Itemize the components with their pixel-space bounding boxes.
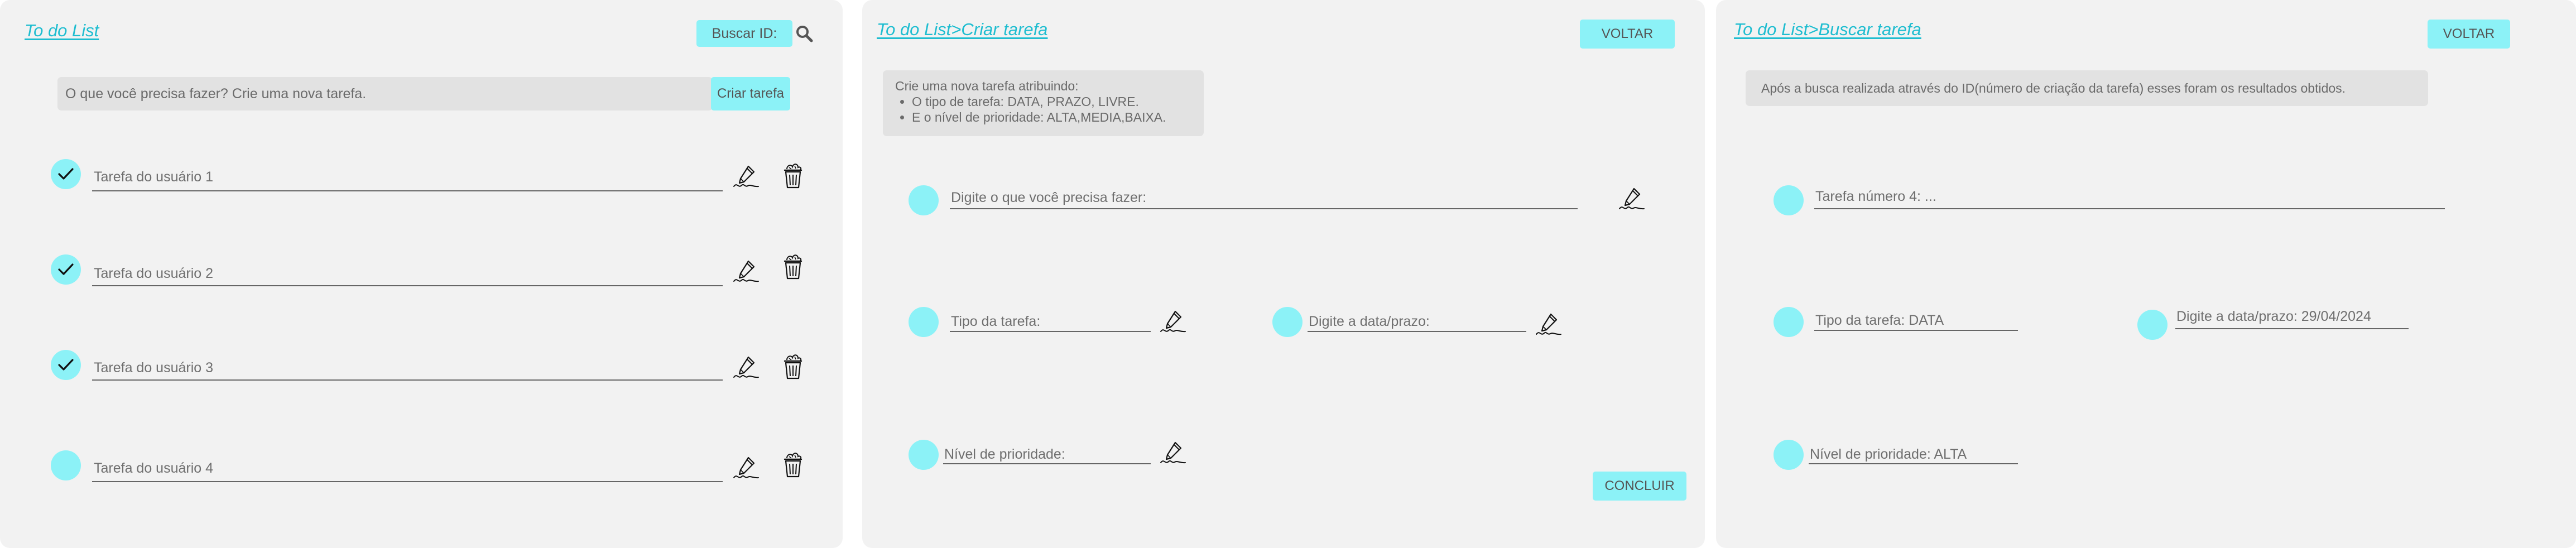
task-status-checkbox[interactable] (51, 350, 81, 380)
back-button[interactable]: VOLTAR (1580, 20, 1675, 49)
search-task-screen: To do List>Buscar tarefa VOLTAR Após a b… (1716, 0, 2576, 548)
date-field-bullet (1272, 307, 1303, 337)
breadcrumb[interactable]: To do List>Buscar tarefa (1734, 20, 1921, 40)
edit-icon[interactable] (733, 162, 761, 193)
search-result-text: Após a busca realizada através do ID(núm… (1761, 80, 2346, 95)
trash-icon[interactable] (779, 162, 807, 193)
task-underline (92, 190, 723, 191)
type-field-bullet (909, 307, 939, 337)
search-result-info: Após a busca realizada através do ID(núm… (1746, 70, 2428, 106)
instruction-item: O tipo de tarefa: DATA, PRAZO, LIVRE. (912, 94, 1191, 109)
edit-icon[interactable] (733, 353, 761, 383)
instructions-box: Crie uma nova tarefa atribuindo: O tipo … (883, 70, 1204, 136)
instruction-item: E o nível de prioridade: ALTA,MEDIA,BAIX… (912, 109, 1191, 125)
task-status-checkbox[interactable] (51, 254, 81, 285)
search-id-button[interactable]: Buscar ID: (696, 20, 792, 47)
task-underline (92, 379, 723, 381)
task-status-checkbox[interactable] (51, 159, 81, 189)
check-icon (56, 259, 76, 280)
conclude-button[interactable]: CONCLUIR (1593, 472, 1686, 501)
check-icon (56, 164, 76, 184)
task-result-underline (1814, 208, 2445, 209)
edit-icon[interactable] (1618, 184, 1646, 215)
type-field[interactable]: Tipo da tarefa: (951, 314, 1040, 330)
trash-icon[interactable] (779, 253, 807, 283)
instructions-title: Crie uma nova tarefa atribuindo: (895, 79, 1079, 93)
date-field-bullet (2137, 310, 2168, 340)
type-result: Tipo da tarefa: DATA (1815, 313, 1944, 328)
back-button[interactable]: VOLTAR (2428, 20, 2510, 49)
task-field[interactable]: Digite o que você precisa fazer: (951, 190, 1146, 206)
date-result-underline (2175, 328, 2409, 329)
priority-field-bullet (909, 440, 939, 470)
create-task-button[interactable]: Criar tarefa (711, 77, 790, 110)
task-label: Tarefa do usuário 2 (94, 266, 214, 281)
date-field[interactable]: Digite a data/prazo: (1309, 314, 1430, 330)
breadcrumb[interactable]: To do List>Criar tarefa (877, 20, 1047, 40)
priority-field-underline (943, 463, 1151, 464)
task-underline (92, 285, 723, 286)
edit-icon[interactable] (733, 453, 761, 484)
task-field-underline (950, 208, 1578, 209)
task-underline (92, 481, 723, 482)
task-label: Tarefa do usuário 1 (94, 169, 214, 185)
type-result-underline (1814, 330, 2018, 331)
trash-icon[interactable] (779, 353, 807, 383)
trash-icon[interactable] (779, 451, 807, 482)
type-field-bullet (1774, 307, 1804, 337)
edit-icon[interactable] (733, 257, 761, 287)
date-result: Digite a data/prazo: 29/04/2024 (2176, 309, 2371, 324)
create-task-screen: To do List>Criar tarefa VOLTAR Crie uma … (862, 0, 1705, 548)
check-icon (56, 355, 76, 375)
edit-icon[interactable] (1160, 438, 1188, 469)
task-status-checkbox[interactable] (51, 450, 81, 480)
new-task-input[interactable]: O que você precisa fazer? Crie uma nova … (57, 77, 713, 110)
type-field-underline (950, 331, 1151, 332)
task-label: Tarefa do usuário 4 (94, 460, 214, 476)
priority-result-underline (1809, 463, 2018, 464)
task-label: Tarefa do usuário 3 (94, 360, 214, 376)
todo-list-screen: To do List Buscar ID: O que você precisa… (0, 0, 843, 548)
date-field-underline (1308, 331, 1526, 332)
priority-field-bullet (1774, 440, 1804, 470)
page-title: To do List (25, 21, 99, 40)
task-result: Tarefa número 4: ... (1815, 189, 1936, 204)
new-task-placeholder: O que você precisa fazer? Crie uma nova … (65, 85, 367, 102)
search-icon[interactable] (795, 25, 813, 45)
task-field-bullet (1774, 185, 1804, 215)
edit-icon[interactable] (1160, 307, 1188, 338)
priority-result: Nível de prioridade: ALTA (1810, 446, 1967, 462)
edit-icon[interactable] (1535, 310, 1563, 340)
priority-field[interactable]: Nível de prioridade: (944, 446, 1065, 463)
task-field-bullet (909, 185, 939, 215)
